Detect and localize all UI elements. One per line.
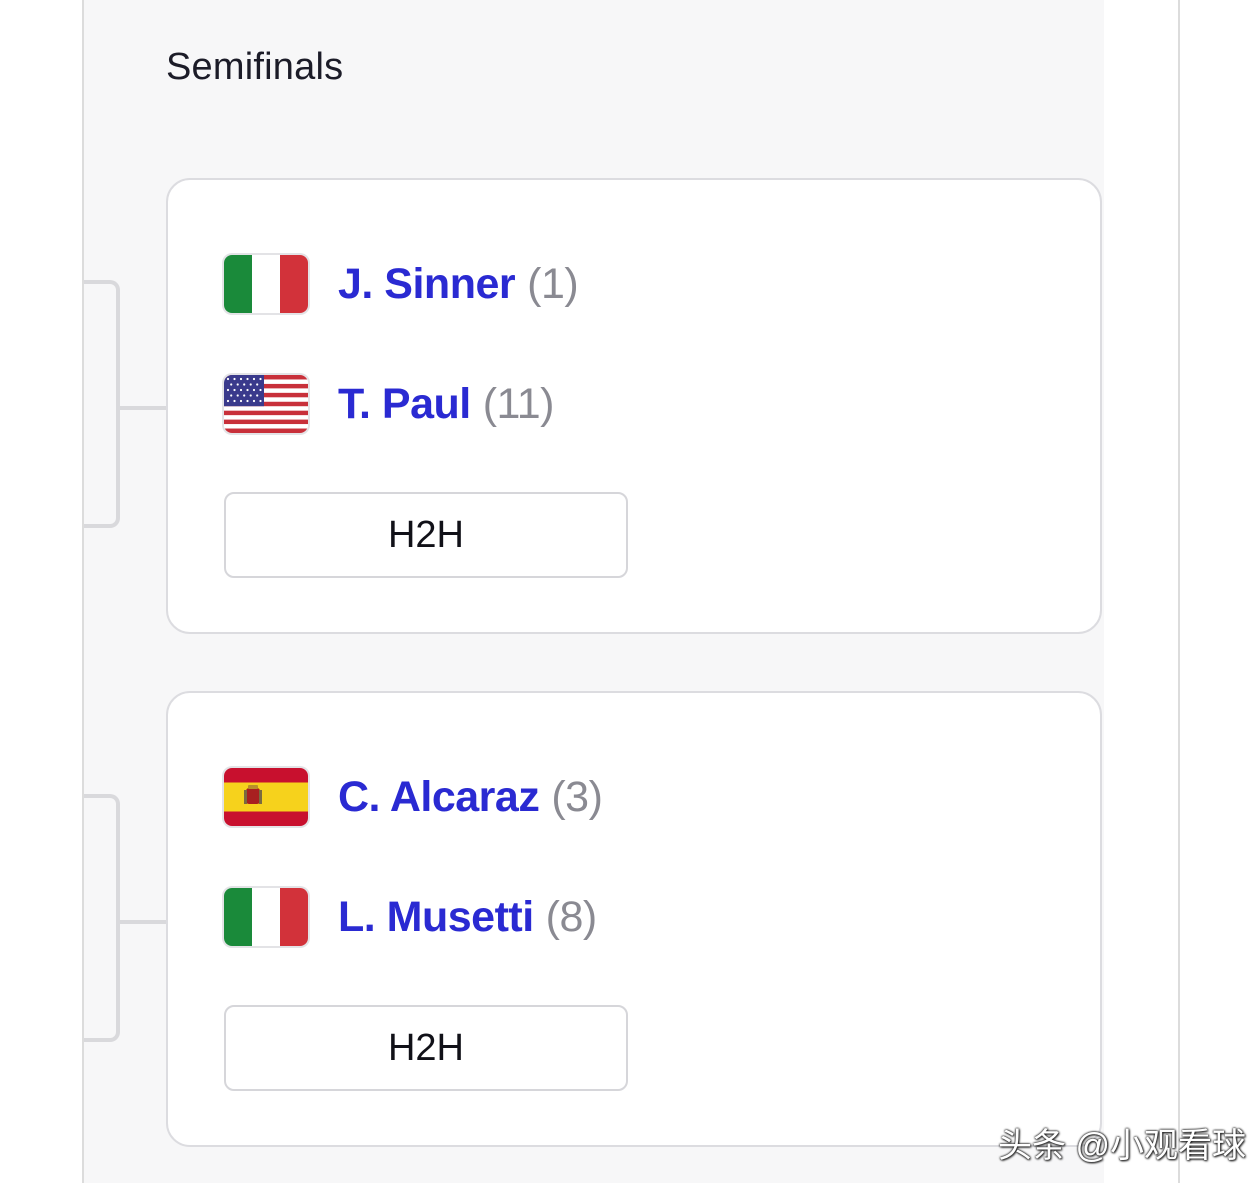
bracket-stem	[120, 406, 166, 410]
player-row[interactable]: C. Alcaraz (3)	[224, 767, 603, 827]
italy-flag-icon	[224, 888, 308, 946]
player-seed: (11)	[482, 379, 555, 428]
player-name[interactable]: T. Paul	[338, 380, 471, 429]
round-title: Semifinals	[166, 46, 344, 88]
player-seed: (3)	[551, 772, 603, 821]
player-row[interactable]: T. Paul (11)	[224, 374, 554, 434]
match-card: J. Sinner (1) T. Paul (11) H2H	[166, 178, 1102, 634]
bracket-connector	[84, 794, 120, 1042]
h2h-button[interactable]: H2H	[224, 492, 628, 578]
player-name[interactable]: C. Alcaraz	[338, 773, 540, 822]
player-row[interactable]: J. Sinner (1)	[224, 254, 579, 314]
panel-divider	[1178, 0, 1180, 1183]
match-card: C. Alcaraz (3) L. Musetti (8) H2H	[166, 691, 1102, 1147]
spain-flag-icon	[224, 768, 308, 826]
italy-flag-icon	[224, 255, 308, 313]
player-row[interactable]: L. Musetti (8)	[224, 887, 597, 947]
player-name[interactable]: L. Musetti	[338, 893, 534, 942]
player-seed: (8)	[545, 892, 598, 941]
player-seed: (1)	[527, 259, 579, 308]
watermark-text: 头条 @小观看球	[998, 1127, 1246, 1165]
player-name[interactable]: J. Sinner	[338, 260, 516, 309]
bracket-connector	[84, 280, 120, 528]
usa-flag-icon	[224, 375, 308, 433]
h2h-button[interactable]: H2H	[224, 1005, 628, 1091]
bracket-stem	[120, 920, 166, 924]
